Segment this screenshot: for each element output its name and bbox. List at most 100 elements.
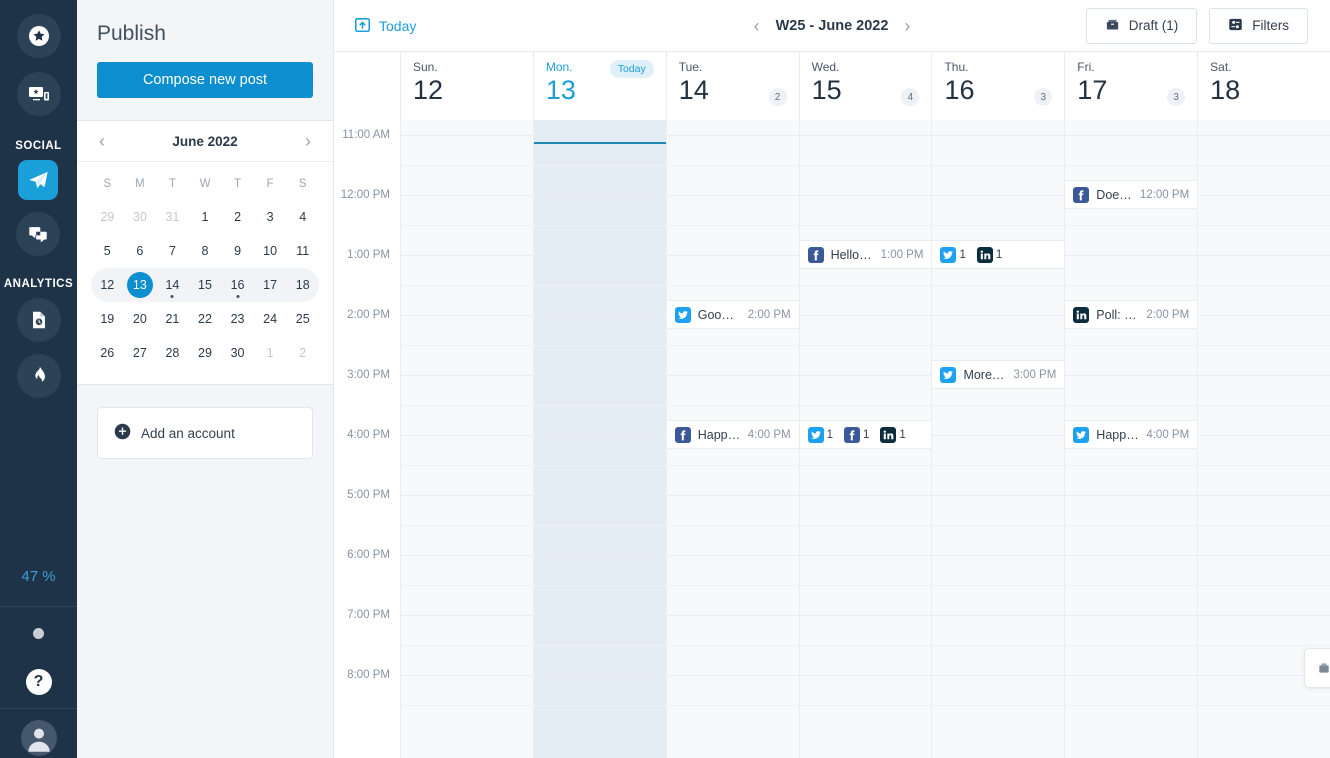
mini-calendar-day-31[interactable]: 31	[156, 200, 189, 234]
badge-facebook[interactable]: 1	[843, 426, 869, 443]
badge-twitter[interactable]: 1	[940, 246, 966, 263]
mini-calendar-day-21[interactable]: 21	[156, 302, 189, 336]
calendar-event[interactable]: Happy ... 4:00 PM	[666, 420, 799, 449]
mini-calendar-day-7[interactable]: 7	[156, 234, 189, 268]
sidebar-item-engage[interactable]	[16, 212, 61, 256]
mini-calendar-day-20[interactable]: 20	[124, 302, 157, 336]
day-header-16[interactable]: Thu. 16 3	[931, 52, 1064, 120]
mini-calendar-day-1[interactable]: 1	[254, 336, 287, 370]
day-header-18[interactable]: Sat. 18	[1197, 52, 1330, 120]
mini-calendar-day-19[interactable]: 19	[91, 302, 124, 336]
mini-calendar-day-5[interactable]: 5	[91, 234, 124, 268]
devices-icon[interactable]	[16, 72, 61, 116]
mini-calendar-day-28[interactable]: 28	[156, 336, 189, 370]
half-hour-gridline	[1198, 465, 1330, 466]
calendar-event-badge-group[interactable]: 1 1 1	[799, 420, 932, 449]
day-header-13[interactable]: Mon. 13 Today	[532, 52, 666, 120]
mini-calendar-prev-icon[interactable]: ‹	[99, 132, 105, 150]
mini-calendar-day-23[interactable]: 23	[221, 302, 254, 336]
draft-button[interactable]: Draft (1)	[1085, 7, 1198, 44]
linkedin-icon	[880, 426, 897, 443]
mini-calendar-day-24[interactable]: 24	[254, 302, 287, 336]
rail-section-analytics: ANALYTICS	[4, 268, 73, 410]
add-an-account-button[interactable]: Add an account	[97, 407, 313, 459]
mini-calendar-day-number: 30	[132, 210, 147, 224]
mini-calendar-day-8[interactable]: 8	[189, 234, 222, 268]
day-header-columns: Sun. 12 Mon. 13 Today Tue. 14 2 Wed. 15 4 Thu. 16 3 Fr…	[400, 52, 1330, 120]
half-hour-gridline	[1065, 405, 1198, 406]
filters-button[interactable]: Filters	[1209, 7, 1308, 44]
mini-calendar-day-15[interactable]: 15	[189, 268, 222, 302]
mini-calendar-day-27[interactable]: 27	[124, 336, 157, 370]
calendar-event[interactable]: Does a... 12:00 PM	[1065, 180, 1198, 209]
day-header-15[interactable]: Wed. 15 4	[798, 52, 932, 120]
mini-calendar-day-6[interactable]: 6	[124, 234, 157, 268]
day-column-14[interactable]: Good af... 2:00 PM Happy ... 4:00 PM	[665, 120, 799, 758]
half-hour-gridline	[932, 345, 1065, 346]
calendar-event[interactable]: Poll: fav... 2:00 PM	[1065, 300, 1198, 329]
mini-calendar-day-10[interactable]: 10	[254, 234, 287, 268]
mini-calendar-day-30[interactable]: 30	[221, 336, 254, 370]
mini-calendar-next-icon[interactable]: ›	[305, 132, 311, 150]
mini-calendar-day-25[interactable]: 25	[286, 302, 319, 336]
calendar-event-title: Does a...	[1096, 187, 1133, 202]
sidebar-item-trends[interactable]	[16, 354, 61, 398]
calendar-event[interactable]: Hello ! If... 1:00 PM	[799, 240, 932, 269]
mini-calendar-day-1[interactable]: 1	[189, 200, 222, 234]
mini-calendar-day-18[interactable]: 18	[286, 268, 319, 302]
sidebar-item-reports[interactable]	[16, 298, 61, 342]
mini-calendar-day-number: 20	[132, 312, 147, 326]
notification-dot-icon[interactable]	[33, 628, 44, 639]
half-hour-gridline	[799, 225, 932, 226]
calendar-event[interactable]: More in... 3:00 PM	[932, 360, 1065, 389]
week-prev-icon[interactable]: ‹	[754, 17, 760, 35]
mini-calendar-day-2[interactable]: 2	[286, 336, 319, 370]
star-badge-icon[interactable]	[16, 14, 61, 58]
badge-linkedin[interactable]: 1	[880, 426, 906, 443]
mini-calendar-day-30[interactable]: 30	[124, 200, 157, 234]
mini-calendar-day-3[interactable]: 3	[254, 200, 287, 234]
day-column-17[interactable]: Does a... 12:00 PM Poll: fav... 2:00 PM Happ…	[1064, 120, 1198, 758]
half-hour-gridline	[533, 465, 666, 466]
mini-calendar-day-number: 26	[100, 346, 115, 360]
badge-linkedin[interactable]: 1	[976, 246, 1002, 263]
calendar-event-title: Good af...	[697, 307, 741, 322]
calendar-event[interactable]: Good af... 2:00 PM	[666, 300, 799, 329]
user-avatar-icon[interactable]	[20, 720, 57, 756]
day-header-14[interactable]: Tue. 14 2	[665, 52, 799, 120]
mini-calendar-day-29[interactable]: 29	[189, 336, 222, 370]
toolbar-actions: Draft (1) Filters	[1085, 7, 1330, 44]
mini-calendar-day-17[interactable]: 17	[254, 268, 287, 302]
week-next-icon[interactable]: ›	[904, 17, 910, 35]
compose-new-post-button[interactable]: Compose new post	[97, 62, 313, 98]
day-column-12[interactable]	[400, 120, 533, 758]
mini-calendar-day-11[interactable]: 11	[286, 234, 319, 268]
mini-calendar-day-4[interactable]: 4	[286, 200, 319, 234]
help-icon[interactable]: ?	[25, 669, 52, 695]
calendar-event-badge-group[interactable]: 11	[932, 240, 1065, 269]
badge-twitter[interactable]: 1	[807, 426, 833, 443]
mini-calendar-day-13[interactable]: 13	[124, 268, 157, 302]
quota-percent: 47 %	[21, 568, 56, 585]
day-column-16[interactable]: More in...3:00 PM 11	[931, 120, 1065, 758]
day-column-13[interactable]	[532, 120, 666, 758]
mini-calendar-day-22[interactable]: 22	[189, 302, 222, 336]
mini-calendar-day-9[interactable]: 9	[221, 234, 254, 268]
day-column-15[interactable]: Hello ! If... 1:00 PM 1 1 1	[798, 120, 932, 758]
mini-calendar-day-2[interactable]: 2	[221, 200, 254, 234]
sidebar-item-publish[interactable]	[18, 160, 59, 200]
mini-calendar-day-16[interactable]: 16	[221, 268, 254, 302]
calendar-event-title: Hello ! If...	[830, 247, 874, 262]
mini-calendar-day-12[interactable]: 12	[91, 268, 124, 302]
calendar-event[interactable]: Happy ... 4:00 PM	[1065, 420, 1198, 449]
filters-button-label: Filters	[1252, 18, 1289, 33]
mini-calendar-day-29[interactable]: 29	[91, 200, 124, 234]
day-header-12[interactable]: Sun. 12	[400, 52, 533, 120]
mini-calendar-day-26[interactable]: 26	[91, 336, 124, 370]
mini-calendar-day-14[interactable]: 14	[156, 268, 189, 302]
mini-calendar-day-number: 24	[263, 312, 278, 326]
day-header-17[interactable]: Fri. 17 3	[1064, 52, 1197, 120]
today-button[interactable]: Today	[354, 16, 416, 36]
compose-fab-icon[interactable]	[1304, 648, 1330, 688]
mini-calendar-week: 5 6 7 8 9 10 11	[91, 234, 319, 268]
